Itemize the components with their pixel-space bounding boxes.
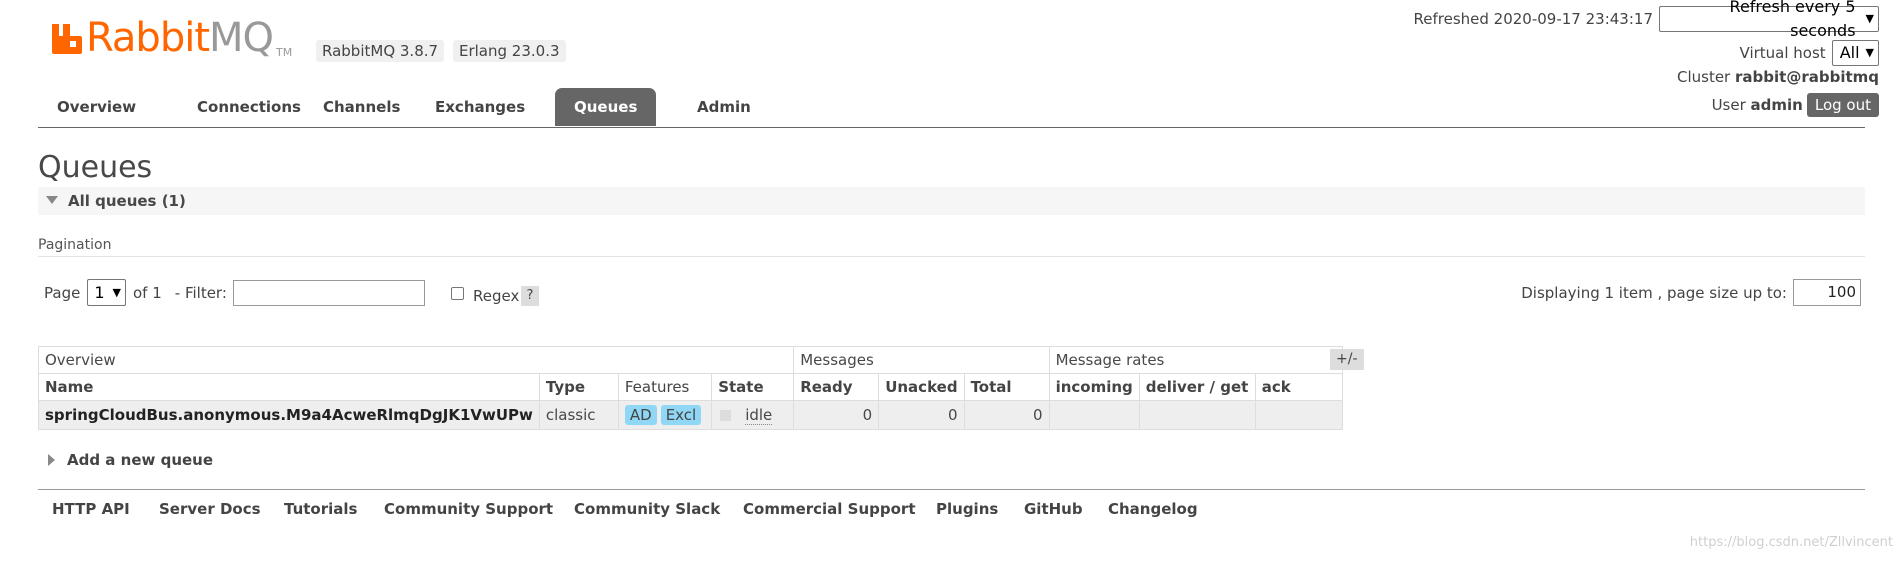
page-count: of 1 xyxy=(132,283,162,302)
add-queue-section-toggle[interactable]: Add a new queue xyxy=(48,451,213,469)
refresh-interval-value: Refresh every 5 seconds xyxy=(1729,0,1856,40)
collapse-triangle-icon xyxy=(46,196,58,204)
pagination-divider xyxy=(38,256,1865,257)
section-title: All queues (1) xyxy=(68,192,186,210)
tab-overview[interactable]: Overview xyxy=(38,88,155,126)
refresh-interval-select[interactable]: Refresh every 5 seconds ▼ xyxy=(1659,0,1879,40)
cluster-value: rabbit@rabbitmq xyxy=(1735,68,1879,86)
rate-deliver-get xyxy=(1138,400,1256,430)
erlang-version-badge: Erlang 23.0.3 xyxy=(453,40,566,62)
column-header-incoming[interactable]: incoming xyxy=(1048,373,1140,401)
virtual-host-label: Virtual host xyxy=(1739,44,1826,62)
pagination-controls: Page 1 ▼ of 1 - Filter: xyxy=(44,279,425,306)
footer: HTTP API Server Docs Tutorials Community… xyxy=(38,489,1865,530)
page-title: Queues xyxy=(38,150,153,185)
state-indicator-icon xyxy=(720,410,732,421)
rabbit-logo-icon xyxy=(50,22,84,56)
group-header-message-rates: Message rates xyxy=(1048,346,1343,374)
virtual-host-value: All xyxy=(1839,43,1860,62)
display-info: Displaying 1 item , page size up to: 100 xyxy=(1521,279,1861,306)
rabbitmq-logo[interactable]: RabbitMQ TM xyxy=(50,18,292,62)
virtual-host-select[interactable]: All ▼ xyxy=(1831,40,1879,66)
footer-link-tutorials[interactable]: Tutorials xyxy=(284,500,357,518)
column-header-total[interactable]: Total xyxy=(963,373,1050,401)
pagination-heading: Pagination xyxy=(38,237,112,253)
display-count-label: Displaying 1 item , page size up to: xyxy=(1521,283,1787,302)
footer-link-http-api[interactable]: HTTP API xyxy=(52,500,130,518)
main-tabs: Overview Connections Channels Exchanges … xyxy=(38,88,1865,128)
queue-type: classic xyxy=(538,400,619,430)
toggle-columns-button[interactable]: +/- xyxy=(1330,349,1364,370)
regex-help-button[interactable]: ? xyxy=(521,286,539,306)
tab-admin[interactable]: Admin xyxy=(678,88,770,126)
column-header-ready[interactable]: Ready xyxy=(793,373,880,401)
footer-link-github[interactable]: GitHub xyxy=(1024,500,1083,518)
page-size-input[interactable]: 100 xyxy=(1793,279,1861,306)
group-header-overview: Overview xyxy=(37,346,795,374)
refreshed-timestamp: Refreshed 2020-09-17 23:43:17 xyxy=(1413,10,1653,28)
messages-unacked: 0 xyxy=(878,400,965,430)
expand-triangle-icon xyxy=(48,454,55,466)
logo-word-rabbit: Rabbit xyxy=(86,15,210,61)
column-header-unacked[interactable]: Unacked xyxy=(878,373,965,401)
tab-connections[interactable]: Connections xyxy=(178,88,320,126)
column-header-type[interactable]: Type xyxy=(538,373,619,401)
footer-link-community-slack[interactable]: Community Slack xyxy=(574,500,720,518)
feature-badge-exclusive: Excl xyxy=(660,405,702,425)
chevron-down-icon: ▼ xyxy=(1865,46,1874,59)
column-header-deliver-get[interactable]: deliver / get xyxy=(1138,373,1256,401)
cluster-label: Cluster xyxy=(1676,68,1731,86)
trademark-mark: TM xyxy=(276,46,293,59)
table-row: springCloudBus.anonymous.M9a4AcweRlmqDgJ… xyxy=(38,400,1343,430)
footer-link-server-docs[interactable]: Server Docs xyxy=(159,500,261,518)
page-select-value: 1 xyxy=(94,282,105,302)
queue-state-text: idle xyxy=(745,406,773,425)
column-header-state[interactable]: State xyxy=(711,373,795,401)
column-header-ack[interactable]: ack xyxy=(1254,373,1343,401)
chevron-down-icon: ▼ xyxy=(1865,12,1874,25)
column-header-name[interactable]: Name xyxy=(38,373,540,401)
feature-badge-auto-delete: AD xyxy=(624,405,657,425)
messages-total: 0 xyxy=(963,400,1050,430)
queue-features: AD Excl xyxy=(617,400,713,430)
logo-wordmark: RabbitMQ xyxy=(86,15,274,61)
footer-link-plugins[interactable]: Plugins xyxy=(936,500,998,518)
group-header-messages: Messages xyxy=(793,346,1050,374)
filter-label: - Filter: xyxy=(174,283,227,302)
refresh-controls: Refreshed 2020-09-17 23:43:17 Refresh ev… xyxy=(1413,0,1879,40)
logo-word-mq: MQ xyxy=(209,15,274,61)
chevron-down-icon: ▼ xyxy=(112,285,121,299)
rate-incoming xyxy=(1048,400,1140,430)
page-label: Page xyxy=(44,283,81,302)
column-header-features: Features xyxy=(617,373,713,401)
cluster-info: Cluster rabbit@rabbitmq xyxy=(1677,68,1879,86)
page-select[interactable]: 1 ▼ xyxy=(87,279,126,306)
tab-exchanges[interactable]: Exchanges xyxy=(416,88,544,126)
filter-input[interactable] xyxy=(232,279,425,306)
tab-queues[interactable]: Queues xyxy=(555,88,657,126)
regex-label: Regex xyxy=(473,287,520,305)
rabbitmq-version-badge: RabbitMQ 3.8.7 xyxy=(316,40,445,62)
virtual-host-controls: Virtual host All ▼ xyxy=(1740,40,1879,66)
footer-link-changelog[interactable]: Changelog xyxy=(1108,500,1198,518)
footer-link-community-support[interactable]: Community Support xyxy=(384,500,553,518)
all-queues-section-toggle[interactable]: All queues (1) xyxy=(38,187,1865,215)
regex-checkbox[interactable] xyxy=(451,287,464,300)
rate-ack xyxy=(1254,400,1343,430)
queues-table: Overview Messages Message rates Name Typ… xyxy=(37,346,1343,430)
watermark: https://blog.csdn.net/Zllvincent xyxy=(1689,535,1893,550)
queue-name-link[interactable]: springCloudBus.anonymous.M9a4AcweRlmqDgJ… xyxy=(38,400,540,430)
messages-ready: 0 xyxy=(793,400,880,430)
add-queue-label: Add a new queue xyxy=(67,451,214,469)
tab-channels[interactable]: Channels xyxy=(304,88,419,126)
queue-state: idle xyxy=(711,400,795,430)
footer-link-commercial-support[interactable]: Commercial Support xyxy=(743,500,916,518)
